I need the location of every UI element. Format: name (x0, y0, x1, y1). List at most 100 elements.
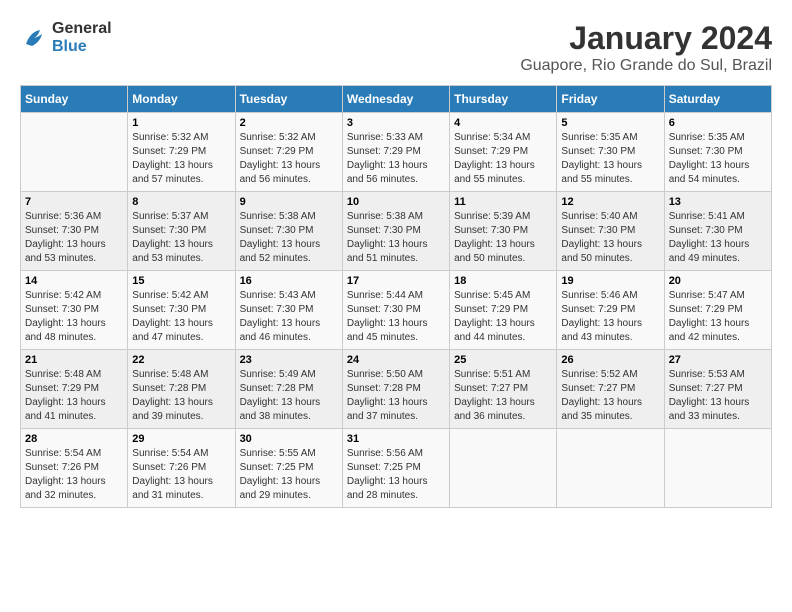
day-number: 23 (240, 354, 338, 366)
day-number: 10 (347, 196, 445, 208)
day-cell: 30 Sunrise: 5:55 AMSunset: 7:25 PMDayligh… (235, 429, 342, 508)
day-info: Sunrise: 5:54 AMSunset: 7:26 PMDaylight:… (132, 447, 230, 503)
day-cell (450, 429, 557, 508)
day-info: Sunrise: 5:56 AMSunset: 7:25 PMDaylight:… (347, 447, 445, 503)
week-row-2: 7 Sunrise: 5:36 AMSunset: 7:30 PMDaylight… (21, 192, 772, 271)
day-number: 17 (347, 275, 445, 287)
day-cell: 1 Sunrise: 5:32 AMSunset: 7:29 PMDaylight… (128, 113, 235, 192)
day-info: Sunrise: 5:55 AMSunset: 7:25 PMDaylight:… (240, 447, 338, 503)
day-cell: 12 Sunrise: 5:40 AMSunset: 7:30 PMDayligh… (557, 192, 664, 271)
day-info: Sunrise: 5:32 AMSunset: 7:29 PMDaylight:… (240, 131, 338, 187)
day-info: Sunrise: 5:46 AMSunset: 7:29 PMDaylight:… (561, 289, 659, 345)
logo-icon (20, 24, 48, 52)
logo-general: General (52, 20, 112, 37)
day-info: Sunrise: 5:51 AMSunset: 7:27 PMDaylight:… (454, 368, 552, 424)
day-info: Sunrise: 5:42 AMSunset: 7:30 PMDaylight:… (25, 289, 123, 345)
day-cell: 31Sunrise: 5:56 AMSunset: 7:25 PMDayligh… (342, 429, 449, 508)
header: General Blue January 2024 Guapore, Rio G… (20, 20, 772, 75)
weekday-header-wednesday: Wednesday (342, 86, 449, 113)
day-number: 20 (669, 275, 767, 287)
day-info: Sunrise: 5:41 AMSunset: 7:30 PMDaylight:… (669, 210, 767, 266)
day-number: 3 (347, 117, 445, 129)
day-info: Sunrise: 5:48 AMSunset: 7:28 PMDaylight:… (132, 368, 230, 424)
day-cell: 27 Sunrise: 5:53 AMSunset: 7:27 PMDayligh… (664, 350, 771, 429)
day-cell: 19 Sunrise: 5:46 AMSunset: 7:29 PMDayligh… (557, 271, 664, 350)
day-info: Sunrise: 5:36 AMSunset: 7:30 PMDaylight:… (25, 210, 123, 266)
calendar-table: SundayMondayTuesdayWednesdayThursdayFrid… (20, 85, 772, 508)
day-info: Sunrise: 5:53 AMSunset: 7:27 PMDaylight:… (669, 368, 767, 424)
day-cell: 9 Sunrise: 5:38 AMSunset: 7:30 PMDaylight… (235, 192, 342, 271)
weekday-header-tuesday: Tuesday (235, 86, 342, 113)
day-cell: 21Sunrise: 5:48 AMSunset: 7:29 PMDayligh… (21, 350, 128, 429)
day-number: 30 (240, 433, 338, 445)
day-info: Sunrise: 5:52 AMSunset: 7:27 PMDaylight:… (561, 368, 659, 424)
weekday-header-monday: Monday (128, 86, 235, 113)
day-number: 12 (561, 196, 659, 208)
calendar-title: January 2024 (520, 20, 772, 57)
day-cell: 22Sunrise: 5:48 AMSunset: 7:28 PMDayligh… (128, 350, 235, 429)
day-number: 18 (454, 275, 552, 287)
day-info: Sunrise: 5:40 AMSunset: 7:30 PMDaylight:… (561, 210, 659, 266)
day-info: Sunrise: 5:35 AMSunset: 7:30 PMDaylight:… (669, 131, 767, 187)
day-number: 1 (132, 117, 230, 129)
day-cell: 24 Sunrise: 5:50 AMSunset: 7:28 PMDayligh… (342, 350, 449, 429)
weekday-header-sunday: Sunday (21, 86, 128, 113)
day-cell: 13 Sunrise: 5:41 AMSunset: 7:30 PMDayligh… (664, 192, 771, 271)
logo: General Blue (20, 20, 112, 56)
day-cell (664, 429, 771, 508)
day-number: 29 (132, 433, 230, 445)
day-number: 13 (669, 196, 767, 208)
day-cell: 8Sunrise: 5:37 AMSunset: 7:30 PMDaylight… (128, 192, 235, 271)
day-info: Sunrise: 5:43 AMSunset: 7:30 PMDaylight:… (240, 289, 338, 345)
day-info: Sunrise: 5:34 AMSunset: 7:29 PMDaylight:… (454, 131, 552, 187)
week-row-3: 14 Sunrise: 5:42 AMSunset: 7:30 PMDayligh… (21, 271, 772, 350)
day-number: 8 (132, 196, 230, 208)
day-number: 7 (25, 196, 123, 208)
day-info: Sunrise: 5:38 AMSunset: 7:30 PMDaylight:… (240, 210, 338, 266)
day-cell: 3 Sunrise: 5:33 AMSunset: 7:29 PMDaylight… (342, 113, 449, 192)
day-number: 2 (240, 117, 338, 129)
day-cell: 15Sunrise: 5:42 AMSunset: 7:30 PMDayligh… (128, 271, 235, 350)
day-cell (21, 113, 128, 192)
week-row-5: 28 Sunrise: 5:54 AMSunset: 7:26 PMDayligh… (21, 429, 772, 508)
day-info: Sunrise: 5:54 AMSunset: 7:26 PMDaylight:… (25, 447, 123, 503)
day-cell: 25 Sunrise: 5:51 AMSunset: 7:27 PMDayligh… (450, 350, 557, 429)
day-cell: 6 Sunrise: 5:35 AMSunset: 7:30 PMDaylight… (664, 113, 771, 192)
day-cell: 2 Sunrise: 5:32 AMSunset: 7:29 PMDaylight… (235, 113, 342, 192)
day-number: 24 (347, 354, 445, 366)
day-cell: 26 Sunrise: 5:52 AMSunset: 7:27 PMDayligh… (557, 350, 664, 429)
day-number: 6 (669, 117, 767, 129)
day-cell: 5Sunrise: 5:35 AMSunset: 7:30 PMDaylight… (557, 113, 664, 192)
day-cell: 20 Sunrise: 5:47 AMSunset: 7:29 PMDayligh… (664, 271, 771, 350)
day-cell: 4Sunrise: 5:34 AMSunset: 7:29 PMDaylight… (450, 113, 557, 192)
day-number: 9 (240, 196, 338, 208)
day-number: 11 (454, 196, 552, 208)
day-number: 25 (454, 354, 552, 366)
day-info: Sunrise: 5:32 AMSunset: 7:29 PMDaylight:… (132, 131, 230, 187)
day-info: Sunrise: 5:47 AMSunset: 7:29 PMDaylight:… (669, 289, 767, 345)
weekday-header-friday: Friday (557, 86, 664, 113)
week-row-1: 1 Sunrise: 5:32 AMSunset: 7:29 PMDaylight… (21, 113, 772, 192)
logo-blue: Blue (52, 38, 87, 55)
day-info: Sunrise: 5:42 AMSunset: 7:30 PMDaylight:… (132, 289, 230, 345)
title-section: January 2024 Guapore, Rio Grande do Sul,… (520, 20, 772, 75)
calendar-subtitle: Guapore, Rio Grande do Sul, Brazil (520, 57, 772, 75)
day-cell: 18Sunrise: 5:45 AMSunset: 7:29 PMDayligh… (450, 271, 557, 350)
day-number: 21 (25, 354, 123, 366)
day-cell: 23Sunrise: 5:49 AMSunset: 7:28 PMDayligh… (235, 350, 342, 429)
day-cell: 16 Sunrise: 5:43 AMSunset: 7:30 PMDayligh… (235, 271, 342, 350)
day-number: 26 (561, 354, 659, 366)
day-number: 28 (25, 433, 123, 445)
day-cell: 17Sunrise: 5:44 AMSunset: 7:30 PMDayligh… (342, 271, 449, 350)
day-info: Sunrise: 5:50 AMSunset: 7:28 PMDaylight:… (347, 368, 445, 424)
day-info: Sunrise: 5:38 AMSunset: 7:30 PMDaylight:… (347, 210, 445, 266)
day-cell: 29 Sunrise: 5:54 AMSunset: 7:26 PMDayligh… (128, 429, 235, 508)
day-cell: 28 Sunrise: 5:54 AMSunset: 7:26 PMDayligh… (21, 429, 128, 508)
day-number: 27 (669, 354, 767, 366)
day-info: Sunrise: 5:33 AMSunset: 7:29 PMDaylight:… (347, 131, 445, 187)
day-cell: 7 Sunrise: 5:36 AMSunset: 7:30 PMDaylight… (21, 192, 128, 271)
day-number: 16 (240, 275, 338, 287)
day-number: 19 (561, 275, 659, 287)
day-number: 14 (25, 275, 123, 287)
day-info: Sunrise: 5:35 AMSunset: 7:30 PMDaylight:… (561, 131, 659, 187)
